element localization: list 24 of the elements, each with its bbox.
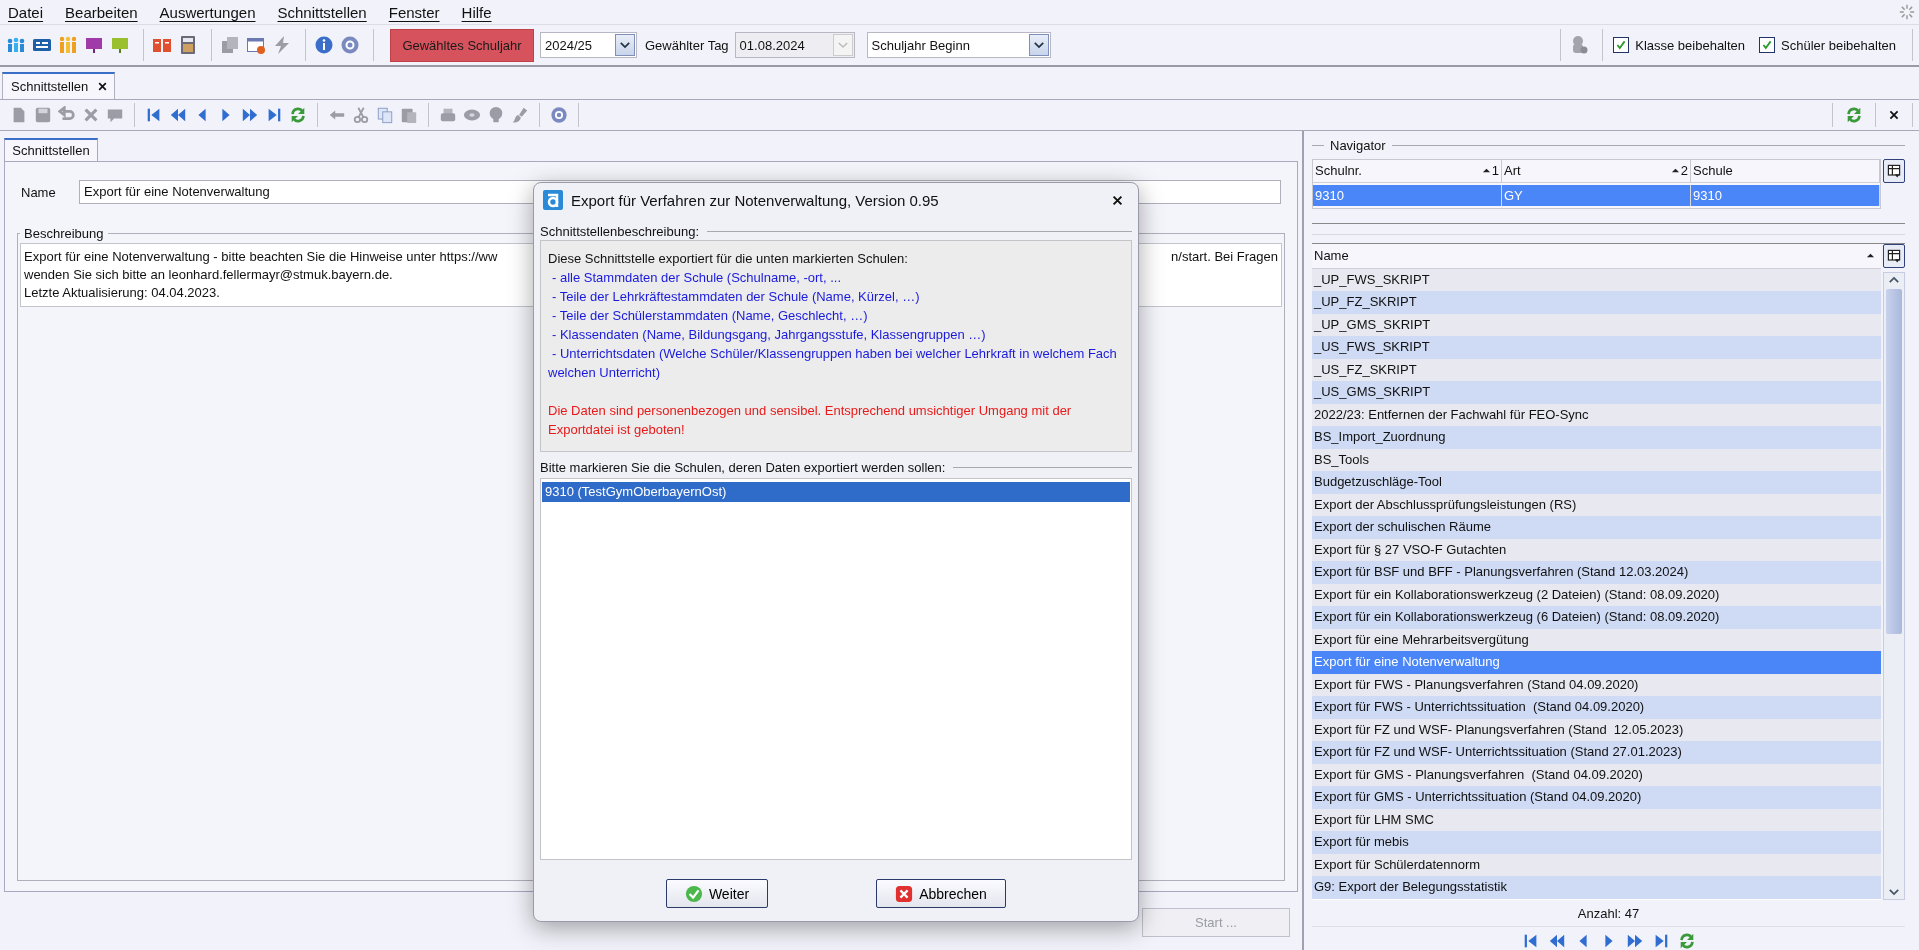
record-count: Anzahl: 47 [1312, 902, 1905, 927]
description-text: Export für eine Notenverwaltung - bitte beachten Sie die Hinweise unter https://ww [24, 248, 498, 266]
description-text: wenden Sie sich bitte an leonhard.fellermayr@stmuk.bayern.de. [24, 266, 393, 284]
intro-text: Diese Schnittstelle exportiert für die unten markierten Schulen: [548, 250, 909, 268]
navigator-legend: Navigator [1330, 138, 1386, 154]
data-item-text: - Teile der Lehrkräftestammdaten der Schule (Name, Kürzel, …) [551, 288, 921, 306]
day-label: Gewählter Tag [645, 37, 729, 53]
name-label: Name [21, 184, 57, 200]
description-text: Letzte Aktualisierung: 04.04.2023. [24, 284, 220, 302]
table-cell: GY [1502, 184, 1691, 206]
data-item-text: - Teile der Schülerstammdaten (Name, Geschlecht, …) [551, 307, 869, 325]
table-cell: 9310 [1691, 184, 1880, 206]
description-text: n/start. Bei Fragen [1171, 248, 1278, 266]
data-item-text: - Unterrichtsdaten (Welche Schüler/Klassengruppen haben bei welcher Lehrkraft in welchem Fach welchen Unterricht) [548, 345, 1118, 382]
sort-order: 2 [1680, 163, 1688, 179]
dialog-title: Export für Verfahren zur Notenverwaltung, Version 0.95 [571, 191, 939, 209]
info-legend: Schnittstellenbeschreibung: [540, 223, 699, 239]
list-legend: Bitte markieren Sie die Schulen, deren Daten exportiert werden sollen: [540, 459, 946, 475]
sort-order: 1 [1491, 163, 1499, 179]
warning-text: Die Daten sind personenbezogen und sensibel. Entsprechend umsichtiger Umgang mit der Exportdatei ist geboten! [548, 402, 1073, 439]
description-legend: Beschreibung [20, 226, 108, 241]
data-item-text: - alle Stammdaten der Schule (Schulname, -ort, ... [551, 269, 842, 287]
data-item-text: - Klassendaten (Name, Bildungsgang, Jahrgangsstufe, Klassengruppen …) [551, 326, 987, 344]
table-cell: 9310 [1313, 184, 1502, 206]
